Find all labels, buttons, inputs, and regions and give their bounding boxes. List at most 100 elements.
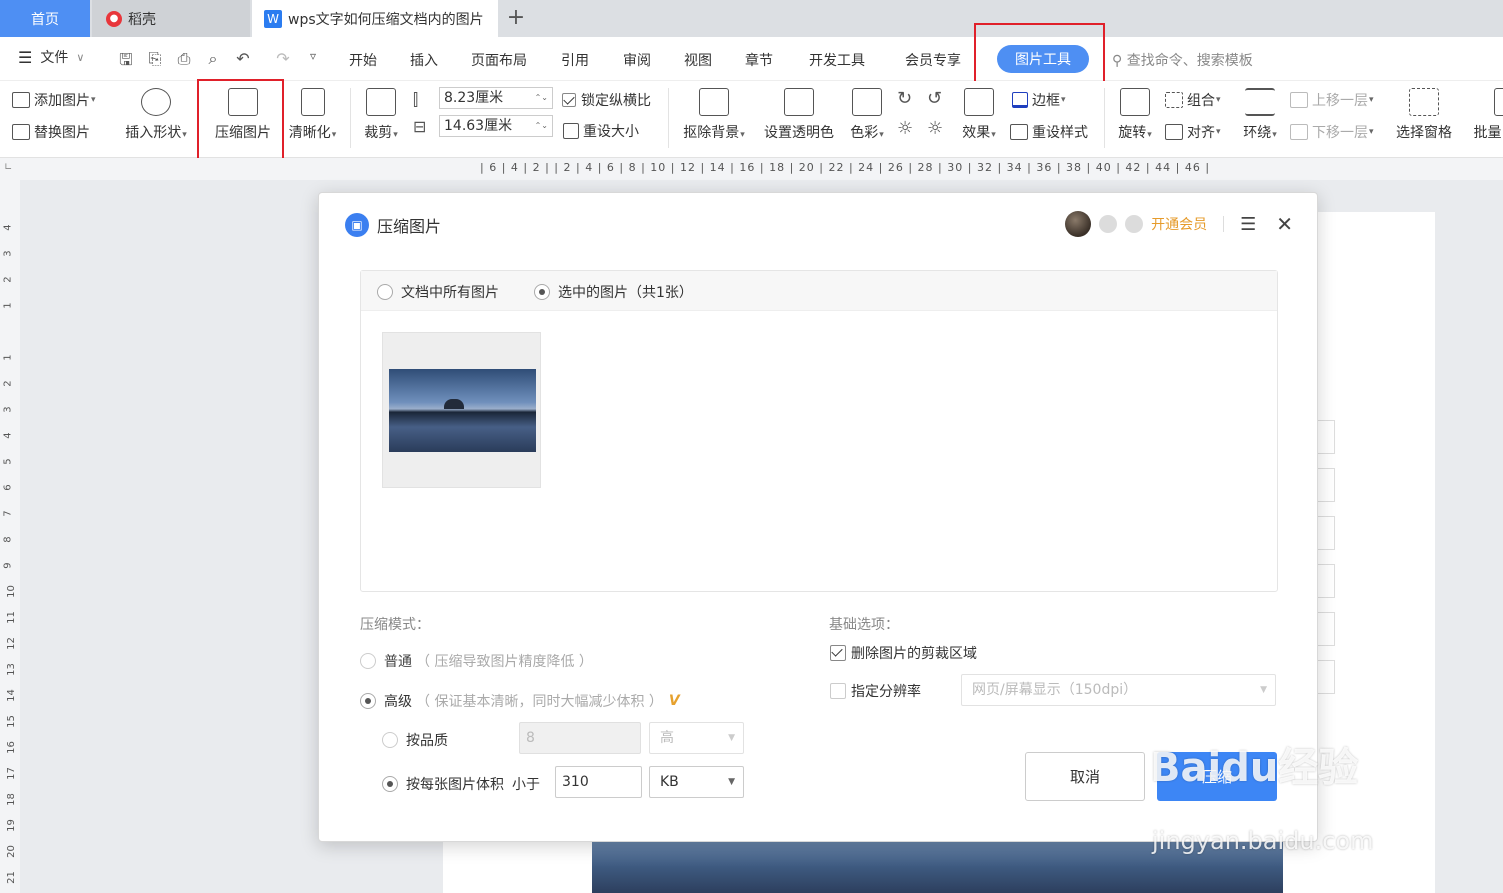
ruler-mark: 11 [5,611,17,624]
rotate-button[interactable]: 旋转▾ [1113,88,1157,142]
insert-shape-button[interactable]: 插入形状▾ [120,88,192,142]
quick-access-more-icon[interactable]: ▿ [302,49,324,69]
menu-page-layout[interactable]: 页面布局 [471,50,527,70]
bring-forward-icon [1290,92,1308,108]
scope-all-radio[interactable]: 文档中所有图片 [377,282,499,302]
border-button[interactable]: 边框 ▾ [1012,90,1066,110]
export-pdf-icon[interactable]: ⎘ [144,49,166,69]
effect-icon [964,88,994,116]
redo-icon[interactable]: ↷ [272,49,294,69]
batch-label: 批量 [1473,125,1502,141]
decrease-contrast-icon[interactable]: ↺ [927,88,942,109]
chevron-down-icon: ▾ [1147,130,1152,140]
decrease-brightness-icon[interactable]: ☼ [927,118,943,139]
by-quality-radio[interactable]: 按品质 [382,730,448,750]
menu-icon[interactable]: ☰ [1240,214,1256,235]
ruler-mark: 1 [2,354,14,361]
align-button[interactable]: 对齐 ▾ [1165,122,1221,142]
image-height-field[interactable]: 14.63厘米 ⌃⌄ [439,115,553,137]
quality-value-field[interactable]: 8 [519,722,641,754]
size-unit-select[interactable]: KB ▼ [649,766,744,798]
print-icon[interactable]: ⎙ [173,49,195,69]
image-width-field[interactable]: 8.23厘米 ⌃⌄ [439,87,553,109]
set-resolution-checkbox[interactable]: 指定分辨率 [830,681,921,701]
menu-developer[interactable]: 开发工具 [809,50,865,70]
menu-insert[interactable]: 插入 [410,50,438,70]
border-icon [1012,92,1028,108]
tab-daoke[interactable]: ● 稻壳 [92,0,250,37]
stepper-icon[interactable]: ⌃⌄ [535,116,548,136]
mode-normal-radio[interactable]: 普通（ 压缩导致图片精度降低 ） [360,651,593,671]
open-membership-link[interactable]: 开通会员 [1151,214,1207,234]
rotate-icon [1120,88,1150,116]
save-icon[interactable]: 🖫 [115,49,137,69]
batch-button[interactable]: 批量 [1472,88,1503,142]
reset-size-button[interactable]: 重设大小 [563,121,639,141]
color-label: 色彩 [850,125,879,141]
resolution-select[interactable]: 网页/屏幕显示（150dpi） ▼ [961,674,1276,706]
file-menu[interactable]: ☰ 文件 ∨ [18,47,84,67]
menu-review[interactable]: 审阅 [623,50,651,70]
tab-document[interactable]: W wps文字如何压缩文档内的图片 [252,0,498,37]
selection-pane-button[interactable]: 选择窗格 [1393,88,1455,142]
wrap-text-button[interactable]: 环绕▾ [1238,88,1282,142]
effect-button[interactable]: 效果▾ [957,88,1001,142]
cancel-button[interactable]: 取消 [1025,752,1145,801]
command-search[interactable]: ⚲ 查找命令、搜索模板 [1112,50,1253,70]
vertical-ruler[interactable]: 4 3 2 1 1 2 3 4 5 6 7 8 9 10 11 12 13 14… [0,180,20,893]
sharpen-icon [300,88,325,116]
hamburger-icon: ☰ [18,47,33,67]
scope-selected-radio[interactable]: 选中的图片（共1张） [534,282,693,302]
close-icon[interactable]: ✕ [1276,212,1293,236]
reset-style-button[interactable]: 重设样式 [1010,122,1088,142]
image-thumbnail[interactable] [382,332,541,488]
color-button[interactable]: 色彩▾ [845,88,889,142]
chevron-down-icon: ▾ [879,130,884,140]
remove-background-button[interactable]: 抠除背景▾ [678,88,750,142]
menu-references[interactable]: 引用 [561,50,589,70]
border-label: 边框 [1032,93,1060,109]
replace-image-button[interactable]: 替换图片 [12,122,90,142]
size-value-field[interactable]: 310 [555,766,642,798]
delete-crop-area-checkbox[interactable]: 删除图片的剪裁区域 [830,643,977,663]
mode-advanced-label: 高级 [384,694,412,710]
tab-document-label: wps文字如何压缩文档内的图片 [288,11,484,28]
by-size-radio[interactable]: 按每张图片体积 小于 [382,774,540,794]
menu-chapter[interactable]: 章节 [745,50,773,70]
lock-ratio-checkbox[interactable]: 锁定纵横比 [562,90,651,110]
reset-style-label: 重设样式 [1032,125,1088,141]
tab-home[interactable]: 首页 [0,0,90,37]
avatar[interactable] [1065,211,1092,237]
undo-icon[interactable]: ↶ [232,49,254,69]
compress-image-icon: ▣ [345,213,369,237]
crop-button[interactable]: 裁剪▾ [359,88,403,142]
menu-member[interactable]: 会员专享 [905,50,961,70]
send-backward-label: 下移一层 [1312,125,1368,141]
reset-size-icon [563,123,579,139]
ruler-mark: 8 [2,536,14,543]
sharpen-button[interactable]: 清晰化▾ [285,88,340,142]
menu-start[interactable]: 开始 [349,50,377,70]
add-image-button[interactable]: 添加图片 ▾ [12,90,96,110]
print-preview-icon[interactable]: ⌕ [202,49,224,69]
horizontal-ruler[interactable]: ∟ | 6 | 4 | 2 | | 2 | 4 | 6 | 8 | 10 | 1… [0,158,1503,180]
ruler-mark: 16 [5,741,17,754]
tab-daoke-label: 稻壳 [128,11,156,28]
set-transparent-color-button[interactable]: 设置透明色 [760,88,838,142]
group-button[interactable]: 组合 ▾ [1165,90,1221,110]
menu-view[interactable]: 视图 [684,50,712,70]
menu-bar: ☰ 文件 ∨ 🖫 ⎘ ⎙ ⌕ ↶ ↷ ▿ 开始 插入 页面布局 引用 审阅 视图… [0,37,1503,81]
quality-level-select[interactable]: 高 ▼ [649,722,744,754]
increase-brightness-icon[interactable]: ☼ [897,118,913,139]
horizontal-ruler-marks: | 6 | 4 | 2 | | 2 | 4 | 6 | 8 | 10 | 12 … [480,161,1211,174]
mode-advanced-radio[interactable]: 高级（ 保证基本清晰，同时大幅减少体积 ） V [360,691,680,711]
send-backward-button[interactable]: 下移一层 ▾ [1290,122,1374,142]
dialog-title-text: 压缩图片 [377,217,442,236]
increase-contrast-icon[interactable]: ↻ [897,88,912,109]
stepper-icon[interactable]: ⌃⌄ [535,88,548,108]
bring-forward-label: 上移一层 [1312,93,1368,109]
new-tab-button[interactable]: + [504,5,528,31]
baidu-watermark-url: jingyan.baidu.com [1152,827,1374,855]
bring-forward-button[interactable]: 上移一层 ▾ [1290,90,1374,110]
transparent-color-icon [784,88,814,116]
